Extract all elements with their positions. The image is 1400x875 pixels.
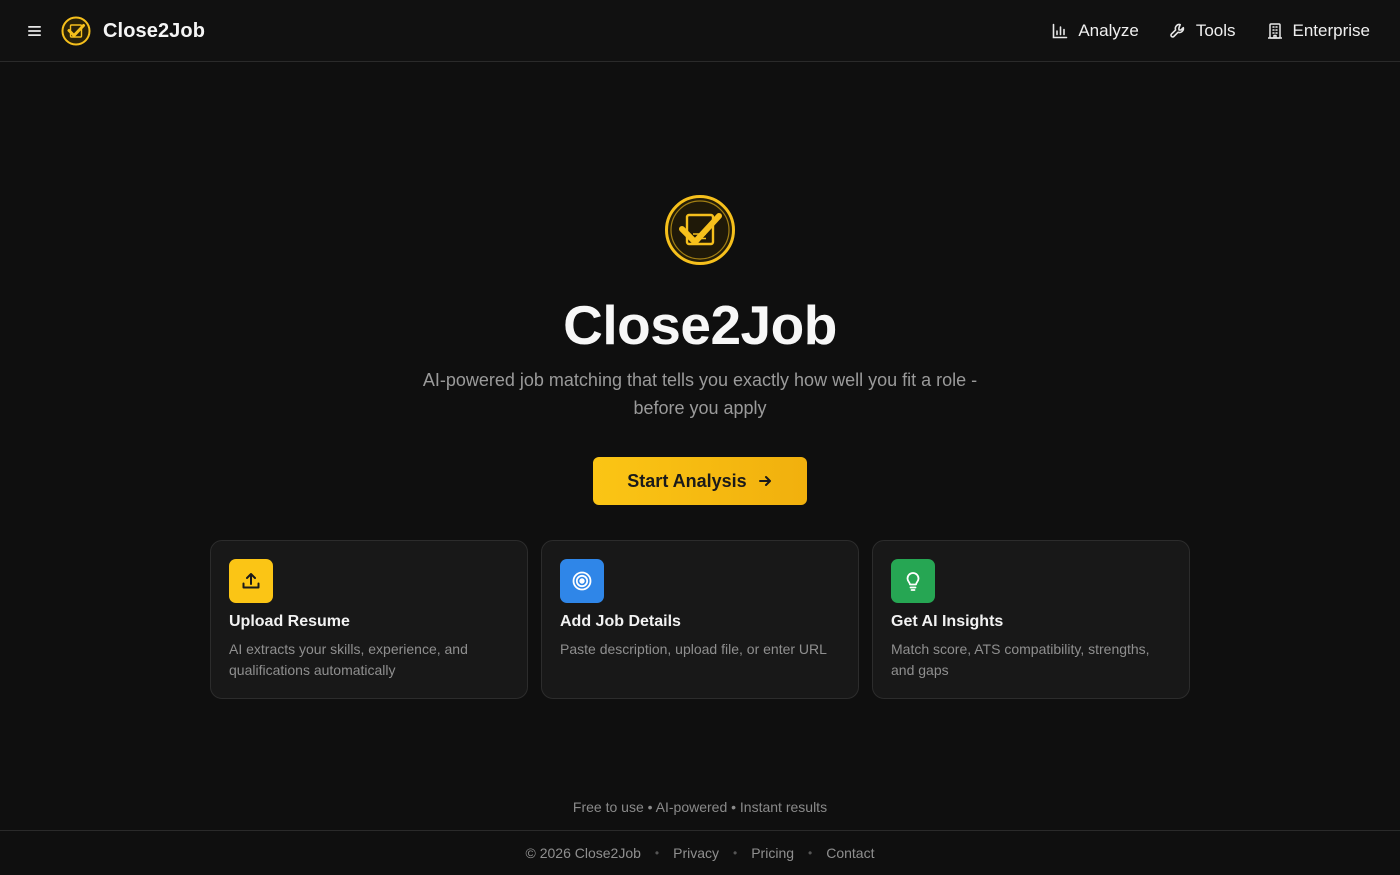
main-nav: Analyze Tools Enterprise [1051, 0, 1370, 62]
start-analysis-button[interactable]: Start Analysis [593, 457, 807, 505]
feature-description: AI extracts your skills, experience, and… [229, 641, 468, 678]
nav-tools-label: Tools [1195, 21, 1236, 40]
footer: © 2026 Close2Job • Privacy • Pricing • C… [0, 830, 1400, 875]
feature-icon-badge [891, 559, 935, 603]
nav-tools[interactable]: Tools [1169, 21, 1236, 41]
brand-name: Close2Job [103, 19, 206, 42]
start-analysis-label: Start Analysis [627, 470, 747, 491]
copyright: © 2026 Close2Job [525, 845, 641, 861]
feature-icon-badge [229, 559, 273, 603]
footer-link-contact[interactable]: Contact [826, 845, 874, 861]
top-navigation-bar: Close2Job Analyze Tools Enterprise [0, 0, 1400, 62]
tagline: Free to use • AI-powered • Instant resul… [572, 799, 828, 815]
brand-home-link[interactable]: Close2Job [61, 15, 205, 47]
footer-separator: • [654, 846, 660, 860]
nav-enterprise[interactable]: Enterprise [1266, 21, 1370, 41]
arrow-right-icon [758, 476, 771, 486]
footer-link-pricing[interactable]: Pricing [751, 845, 794, 861]
hero-logo-checkmark-icon [665, 195, 735, 265]
feature-description: Paste description, upload file, or enter… [560, 641, 827, 657]
feature-icon-badge [560, 559, 604, 603]
feature-title: Get AI Insights [891, 613, 1004, 630]
footer-link-privacy[interactable]: Privacy [673, 845, 719, 861]
feature-title: Upload Resume [229, 613, 350, 630]
feature-description: Match score, ATS compatibility, strength… [891, 641, 1150, 678]
building-icon [1267, 23, 1282, 39]
upload-icon [242, 573, 260, 589]
hero-subtitle: AI-powered job matching that tells you e… [422, 370, 978, 418]
feature-card-get-ai-insights: Get AI Insights Match score, ATS compati… [872, 540, 1190, 699]
hamburger-menu-icon [28, 26, 41, 36]
logo-checkmark-icon [61, 16, 91, 46]
feature-card-add-job-details: Add Job Details Paste description, uploa… [541, 540, 859, 699]
nav-enterprise-label: Enterprise [1292, 21, 1370, 40]
feature-card-upload-resume: Upload Resume AI extracts your skills, e… [210, 540, 528, 699]
lightbulb-icon [906, 572, 920, 591]
feature-title: Add Job Details [560, 613, 681, 630]
nav-analyze-label: Analyze [1078, 21, 1139, 40]
menu-button[interactable] [22, 18, 48, 44]
footer-separator: • [808, 846, 813, 860]
wrench-icon [1170, 23, 1184, 38]
bar-chart-icon [1053, 23, 1068, 39]
nav-analyze[interactable]: Analyze [1051, 21, 1139, 41]
hero-title: Close2Job [563, 294, 837, 356]
footer-separator: • [733, 846, 738, 860]
target-icon [572, 571, 592, 591]
